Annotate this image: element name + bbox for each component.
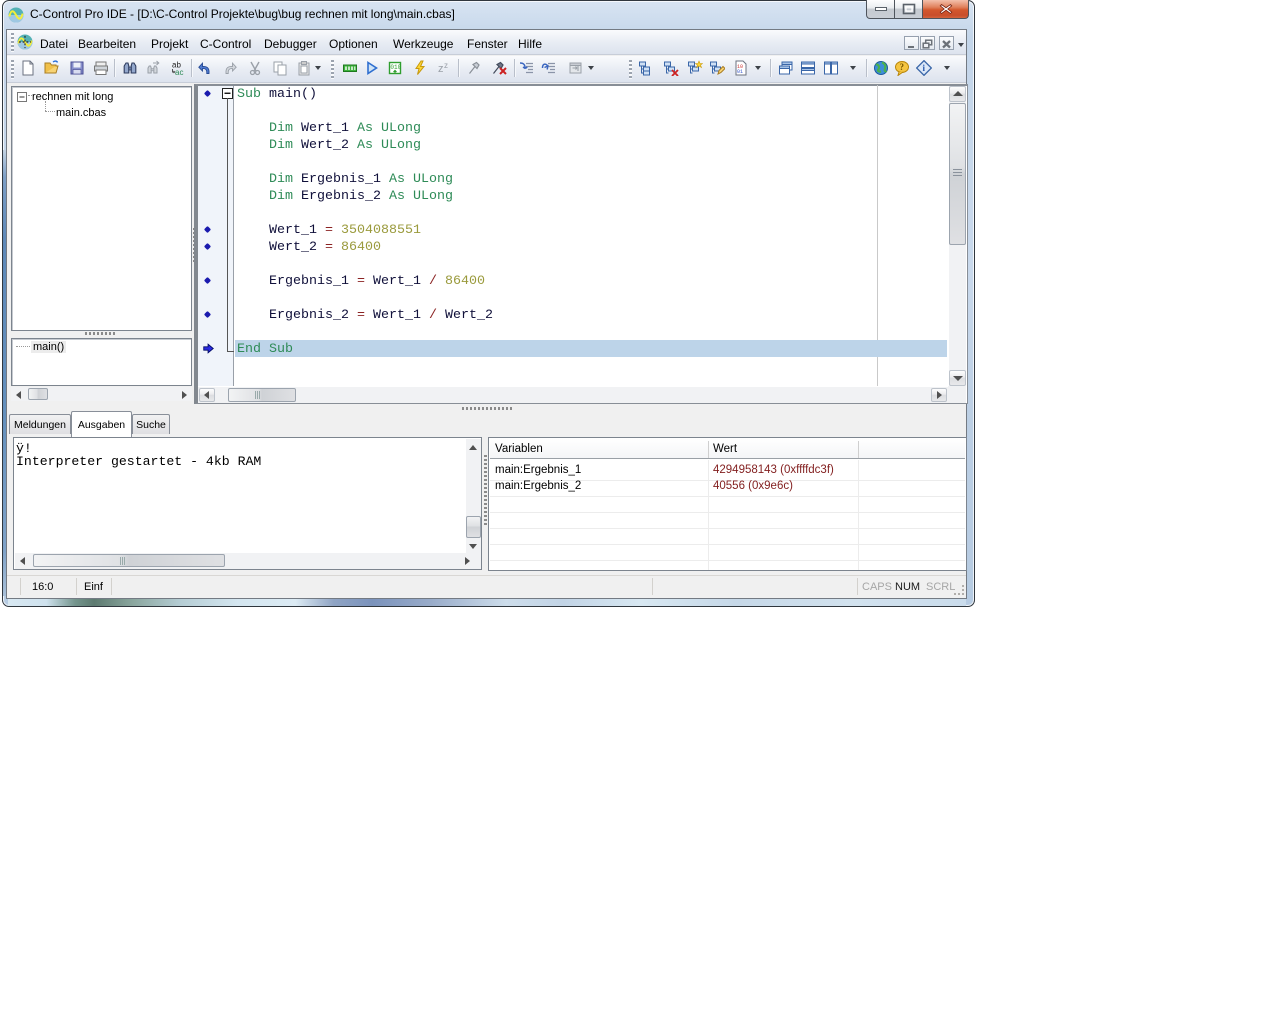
svg-text:01: 01: [737, 69, 743, 75]
svg-text:?: ?: [900, 62, 905, 72]
svg-text:ac: ac: [175, 68, 183, 76]
svg-text:z: z: [438, 63, 444, 75]
svg-text:010: 010: [390, 64, 401, 71]
svg-text:z: z: [444, 61, 448, 70]
